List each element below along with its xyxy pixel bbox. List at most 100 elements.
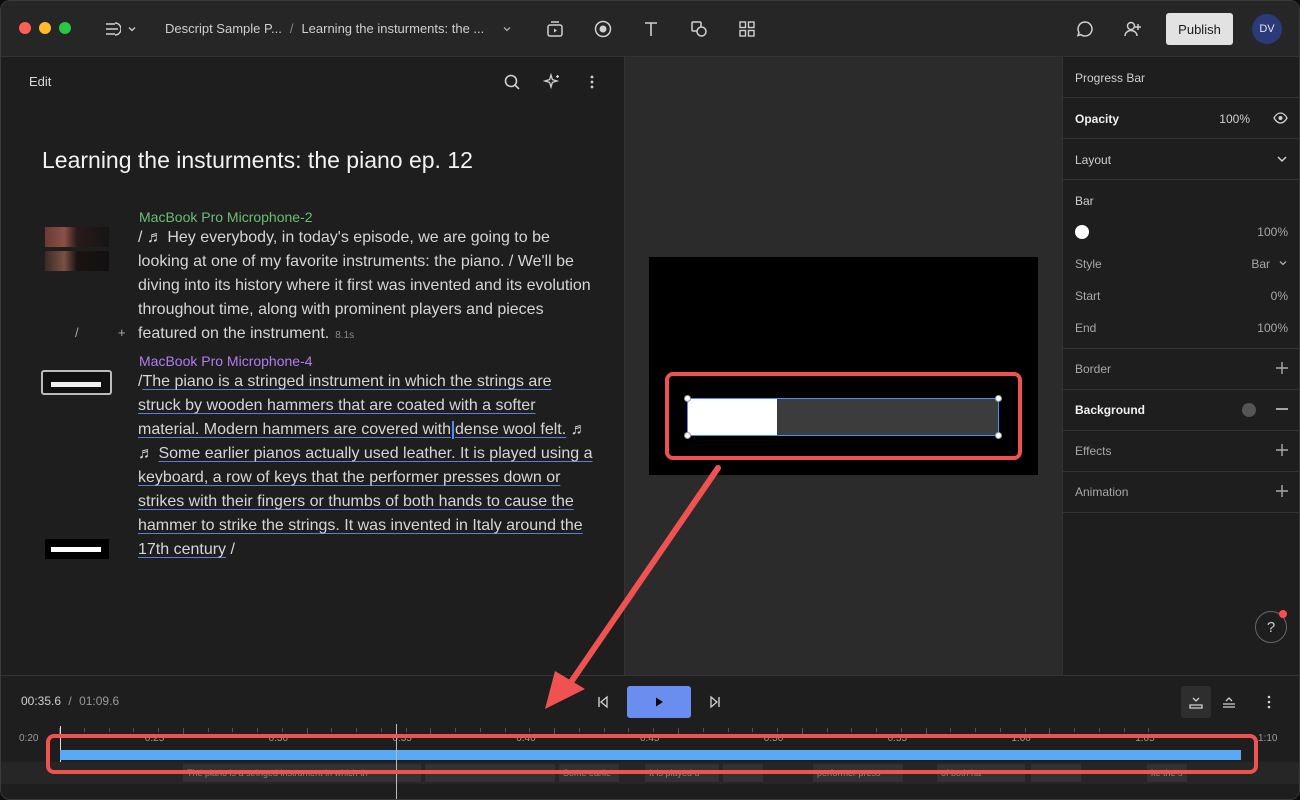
add-effect-button[interactable] <box>1276 444 1288 459</box>
breadcrumb-separator: / <box>289 21 294 36</box>
scene-separator[interactable]: / <box>75 325 79 340</box>
ruler-tick <box>950 728 952 732</box>
layer-title: Progress Bar <box>1075 71 1146 85</box>
comments-button[interactable] <box>1073 17 1097 41</box>
eye-icon <box>1273 112 1288 124</box>
search-button[interactable] <box>501 71 523 93</box>
transcript-text[interactable]: Some earlier pianos actually used leathe… <box>138 445 592 558</box>
gap-duration[interactable]: 8.1s <box>335 330 354 341</box>
ruler-tick <box>455 728 457 732</box>
ruler-tick <box>479 728 481 732</box>
timeline-view-toggle[interactable] <box>1181 686 1211 718</box>
shapes-tool-button[interactable] <box>687 17 711 41</box>
opacity-value[interactable]: 100% <box>1219 112 1250 126</box>
ruler-tick <box>702 728 704 732</box>
more-vertical-icon <box>590 75 594 89</box>
effects-label: Effects <box>1075 444 1112 458</box>
start-value[interactable]: 0% <box>1271 289 1288 303</box>
transcript-paragraph[interactable]: /The piano is a stringed instrument in w… <box>138 370 598 562</box>
plus-icon <box>1276 362 1288 374</box>
edit-mode-label[interactable]: Edit <box>29 74 51 89</box>
app-menu-button[interactable] <box>103 17 143 41</box>
scene-thumbnail[interactable] <box>45 251 109 271</box>
ruler-tick <box>1148 728 1150 732</box>
add-animation-button[interactable] <box>1276 485 1288 500</box>
ruler-tick <box>777 728 779 732</box>
chevron-down-icon <box>128 27 136 32</box>
opacity-label: Opacity <box>1075 112 1120 126</box>
ruler-tick <box>727 728 729 732</box>
ruler-tick <box>405 728 407 732</box>
ruler-tick <box>851 728 853 732</box>
divider <box>1063 471 1299 472</box>
speaker-label[interactable]: MacBook Pro Microphone-2 <box>139 209 313 225</box>
ruler-tick <box>876 728 878 732</box>
add-collaborator-button[interactable] <box>1121 17 1145 41</box>
ruler-tick <box>628 728 630 732</box>
breadcrumb-document[interactable]: Learning the insturments: the ... <box>301 21 484 36</box>
bar-color-opacity[interactable]: 100% <box>1257 225 1288 239</box>
ruler-tick <box>900 728 902 732</box>
transcript-text[interactable]: dense wool felt. <box>455 421 566 438</box>
maximize-window-button[interactable] <box>59 22 71 34</box>
transcript-text[interactable]: Hey everybody, in today's episode, we ar… <box>138 229 591 342</box>
divider <box>1063 430 1299 431</box>
minimize-window-button[interactable] <box>39 22 51 34</box>
minus-icon <box>1276 408 1288 410</box>
breadcrumb: Descript Sample P... / Learning the inst… <box>165 21 512 36</box>
publish-button[interactable]: Publish <box>1166 13 1233 45</box>
time-separator: / <box>68 694 72 708</box>
ruler-tick <box>999 728 1001 732</box>
ruler-tick <box>529 728 531 732</box>
add-scene-button[interactable]: + <box>118 325 126 340</box>
background-color-swatch[interactable] <box>1242 403 1256 417</box>
divider <box>1063 512 1299 513</box>
breadcrumb-project[interactable]: Descript Sample P... <box>165 21 282 36</box>
play-button[interactable] <box>627 686 691 718</box>
next-button[interactable] <box>703 686 727 718</box>
visibility-toggle[interactable] <box>1273 112 1288 127</box>
ruler-tick <box>1098 728 1100 732</box>
remove-background-button[interactable] <box>1276 403 1288 418</box>
comment-icon <box>1076 21 1093 37</box>
previous-button[interactable] <box>591 686 615 718</box>
avatar[interactable]: DV <box>1252 14 1282 44</box>
ruler-tick-label: 1:10 <box>1258 733 1278 744</box>
transcript-paragraph[interactable]: / ♬ Hey everybody, in today's episode, w… <box>138 226 598 348</box>
style-select[interactable]: Bar <box>1251 257 1270 271</box>
ruler-tick <box>257 728 259 732</box>
scene-tool-button[interactable] <box>543 17 567 41</box>
bar-color-swatch[interactable] <box>1075 225 1089 239</box>
record-tool-button[interactable] <box>591 17 615 41</box>
shapes-icon <box>691 21 707 37</box>
ruler-tick <box>133 728 135 732</box>
close-window-button[interactable] <box>19 22 31 34</box>
chevron-down-icon[interactable] <box>502 24 512 34</box>
plus-icon <box>1276 485 1288 497</box>
menu-icon <box>106 22 121 36</box>
timeline-collapse-button[interactable] <box>1217 686 1241 718</box>
scene-thumbnail[interactable] <box>45 539 109 559</box>
ruler-tick <box>232 728 234 732</box>
text-tool-button[interactable] <box>639 17 663 41</box>
style-dropdown[interactable] <box>1278 257 1288 271</box>
ruler-tick <box>504 728 506 732</box>
style-label: Style <box>1075 257 1102 271</box>
add-border-button[interactable] <box>1276 362 1288 377</box>
ai-actions-button[interactable] <box>541 71 563 93</box>
grid-tool-button[interactable] <box>735 17 759 41</box>
ruler-tick <box>158 728 160 732</box>
ruler-tick <box>331 728 333 732</box>
scene-thumbnail-selected[interactable] <box>41 370 112 395</box>
timeline-more-button[interactable] <box>1257 686 1281 718</box>
paragraph-marker: / ♬ <box>138 229 168 246</box>
more-options-button[interactable] <box>581 71 603 93</box>
layout-expand[interactable] <box>1276 153 1288 168</box>
end-value[interactable]: 100% <box>1257 321 1288 335</box>
ruler-tick <box>752 728 754 732</box>
document-title[interactable]: Learning the insturments: the piano ep. … <box>42 147 473 174</box>
speaker-label[interactable]: MacBook Pro Microphone-4 <box>139 353 313 369</box>
app-window: Descript Sample P... / Learning the inst… <box>0 0 1300 800</box>
scene-thumbnail[interactable] <box>45 227 109 247</box>
divider <box>1063 179 1299 180</box>
